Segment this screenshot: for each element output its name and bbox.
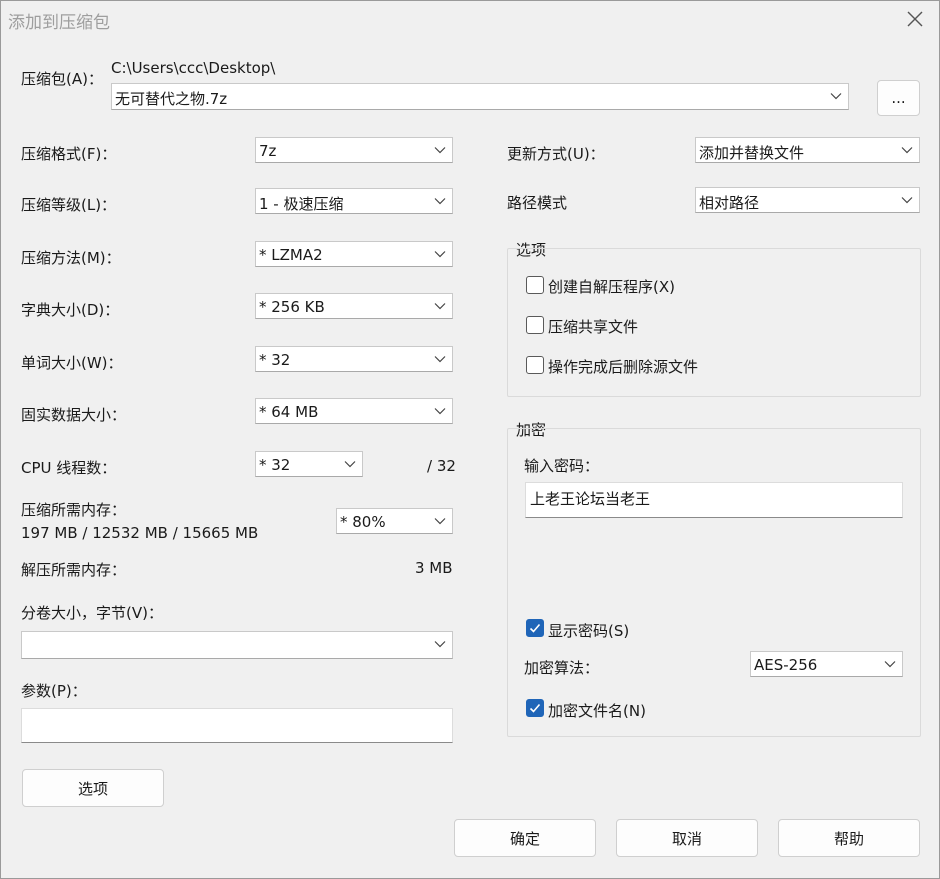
- chevron-down-icon: [434, 302, 446, 310]
- pathmode-combo[interactable]: 相对路径: [695, 187, 920, 213]
- dict-combo[interactable]: * 256 KB: [255, 293, 453, 319]
- chevron-down-icon: [434, 146, 446, 154]
- chevron-down-icon: [434, 517, 446, 525]
- sfx-label: 创建自解压程序(X): [548, 278, 675, 296]
- solid-combo[interactable]: * 64 MB: [255, 398, 453, 424]
- solid-value: * 64 MB: [259, 403, 319, 421]
- chevron-down-icon: [434, 640, 446, 648]
- update-combo[interactable]: 添加并替换文件: [695, 137, 920, 163]
- chevron-down-icon: [884, 660, 896, 668]
- mem-decompress-label: 解压所需内存：: [21, 561, 127, 579]
- chevron-down-icon: [434, 407, 446, 415]
- method-combo[interactable]: * LZMA2: [255, 241, 453, 267]
- delete-source-checkbox[interactable]: [526, 356, 544, 374]
- chevron-down-icon: [830, 92, 842, 100]
- check-icon: [529, 623, 541, 633]
- solid-label: 固实数据大小：: [21, 406, 127, 424]
- password-input[interactable]: 上老王论坛当老王: [525, 482, 903, 518]
- chevron-down-icon: [434, 355, 446, 363]
- volume-label: 分卷大小，字节(V)：: [21, 604, 163, 622]
- show-password-checkbox[interactable]: [526, 619, 544, 637]
- archive-filename-value: 无可替代之物.7z: [115, 90, 228, 108]
- mem-compress-label: 压缩所需内存：: [21, 501, 127, 519]
- window-title: 添加到压缩包: [8, 13, 110, 33]
- archive-label: 压缩包(A)：: [21, 70, 103, 88]
- level-value: 1 - 极速压缩: [259, 195, 344, 213]
- chevron-down-icon: [344, 460, 356, 468]
- help-button[interactable]: 帮助: [778, 819, 920, 857]
- format-label: 压缩格式(F)：: [21, 145, 117, 163]
- chevron-down-icon: [434, 250, 446, 258]
- chevron-down-icon: [901, 146, 913, 154]
- update-label: 更新方式(U)：: [507, 145, 605, 163]
- password-label: 输入密码：: [524, 457, 600, 475]
- volume-combo[interactable]: [21, 631, 453, 659]
- cpu-max: / 32: [427, 457, 456, 475]
- pathmode-value: 相对路径: [699, 194, 760, 212]
- word-label: 单词大小(W)：: [21, 354, 123, 372]
- archive-path: C:\Users\ccc\Desktop\: [111, 59, 276, 77]
- level-label: 压缩等级(L)：: [21, 196, 117, 214]
- params-label: 参数(P)：: [21, 682, 87, 700]
- chevron-down-icon: [434, 197, 446, 205]
- cpu-combo[interactable]: * 32: [255, 451, 363, 477]
- mem-compress-value: 197 MB / 12532 MB / 15665 MB: [21, 524, 259, 542]
- algo-value: AES-256: [754, 656, 818, 674]
- dict-label: 字典大小(D)：: [21, 301, 120, 319]
- algo-combo[interactable]: AES-256: [750, 651, 903, 677]
- close-button[interactable]: [901, 5, 929, 33]
- chevron-down-icon: [901, 196, 913, 204]
- add-to-archive-dialog: 添加到压缩包 压缩包(A)： C:\Users\ccc\Desktop\ 无可替…: [0, 0, 940, 879]
- password-value: 上老王论坛当老王: [530, 490, 651, 508]
- level-combo[interactable]: 1 - 极速压缩: [255, 188, 453, 214]
- close-icon: [907, 11, 923, 27]
- archive-filename-combo[interactable]: 无可替代之物.7z: [111, 83, 849, 110]
- params-input[interactable]: [21, 708, 453, 743]
- shared-files-checkbox[interactable]: [526, 316, 544, 334]
- check-icon: [529, 703, 541, 713]
- delete-source-label: 操作完成后删除源文件: [548, 358, 699, 376]
- browse-button[interactable]: ...: [877, 80, 920, 116]
- word-value: * 32: [259, 351, 291, 369]
- sfx-checkbox[interactable]: [526, 276, 544, 294]
- shared-files-label: 压缩共享文件: [548, 318, 639, 336]
- cancel-button[interactable]: 取消: [616, 819, 758, 857]
- algo-label: 加密算法：: [524, 659, 600, 677]
- ok-button[interactable]: 确定: [454, 819, 596, 857]
- mem-percent-value: * 80%: [340, 513, 386, 531]
- encrypt-names-checkbox[interactable]: [526, 699, 544, 717]
- pathmode-label: 路径模式: [507, 194, 568, 212]
- update-value: 添加并替换文件: [699, 144, 805, 162]
- method-value: * LZMA2: [259, 246, 323, 264]
- format-combo[interactable]: 7z: [255, 137, 453, 163]
- mem-decompress-value: 3 MB: [415, 559, 453, 577]
- dict-value: * 256 KB: [259, 298, 325, 316]
- cpu-label: CPU 线程数：: [21, 459, 117, 477]
- method-label: 压缩方法(M)：: [21, 249, 121, 267]
- options-button[interactable]: 选项: [22, 769, 164, 807]
- cpu-value: * 32: [259, 456, 291, 474]
- format-value: 7z: [259, 142, 277, 160]
- mem-percent-combo[interactable]: * 80%: [336, 508, 453, 534]
- show-password-label: 显示密码(S): [548, 622, 630, 640]
- word-combo[interactable]: * 32: [255, 346, 453, 372]
- encrypt-names-label: 加密文件名(N): [548, 702, 646, 720]
